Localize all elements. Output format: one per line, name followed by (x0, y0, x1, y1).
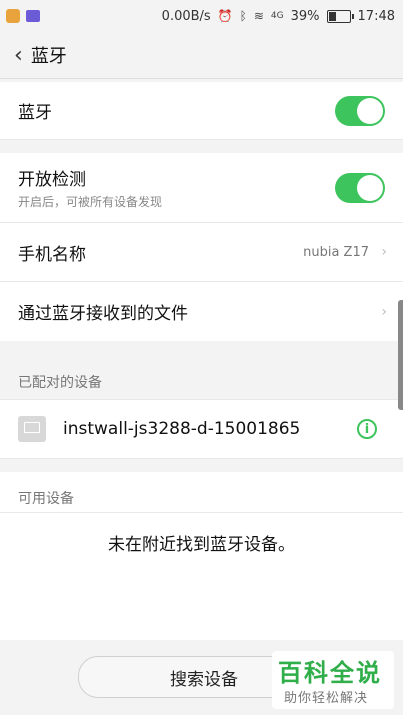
discoverable-sublabel: 开启后，可被所有设备发现 (18, 195, 163, 209)
divider (0, 512, 403, 513)
clock: 17:48 (357, 8, 395, 24)
toggle-knob (357, 174, 383, 201)
bluetooth-icon: ᛒ (239, 9, 247, 23)
edge-scroll-handle[interactable] (398, 300, 403, 410)
wifi-icon: ≋ (253, 9, 264, 23)
watermark-title: 百科全说 (278, 659, 382, 687)
bluetooth-row[interactable]: 蓝牙 (0, 82, 403, 140)
app-header: ‹ 蓝牙 (0, 32, 403, 79)
phone-name-row[interactable]: 手机名称 nubia Z17 › (0, 223, 403, 282)
paired-devices-header: 已配对的设备 (18, 375, 102, 391)
bluetooth-toggle[interactable] (335, 95, 385, 126)
no-devices-message: 未在附近找到蓝牙设备。 (108, 535, 295, 555)
battery-percent: 39% (290, 8, 320, 24)
notification-message-icon (26, 10, 40, 22)
page-title: 蓝牙 (30, 46, 67, 67)
alarm-icon: ⏰ (217, 9, 233, 23)
discoverable-toggle[interactable] (335, 172, 385, 203)
watermark-subtitle: 助你轻松解决 (284, 691, 369, 706)
info-icon[interactable]: i (357, 419, 377, 439)
laptop-icon (18, 416, 46, 442)
back-chevron-icon[interactable]: ‹ (0, 43, 31, 68)
network-type: 4G (270, 11, 284, 21)
battery-icon (326, 9, 354, 23)
notification-app-icon (6, 9, 20, 23)
received-files-label: 通过蓝牙接收到的文件 (18, 304, 188, 324)
status-bar: 0.00B/s ⏰ ᛒ ≋ 4G 39% 17:48 (0, 0, 403, 32)
chevron-right-icon: › (381, 244, 387, 260)
discoverable-label: 开放检测 (18, 170, 86, 190)
bluetooth-label: 蓝牙 (18, 103, 52, 123)
toggle-knob (357, 97, 383, 124)
received-files-row[interactable]: 通过蓝牙接收到的文件 › (0, 282, 403, 341)
phone-name-value: nubia Z17 (303, 244, 369, 260)
discoverable-row[interactable]: 开放检测 开启后，可被所有设备发现 (0, 153, 403, 223)
available-devices-header: 可用设备 (18, 491, 74, 507)
paired-device-row[interactable]: instwall-js3288-d-15001865 i (0, 399, 403, 459)
phone-name-label: 手机名称 (18, 244, 86, 265)
watermark-logo: 百科全说 助你轻松解决 (272, 651, 394, 709)
chevron-right-icon: › (381, 303, 387, 320)
network-speed: 0.00B/s (161, 8, 211, 24)
